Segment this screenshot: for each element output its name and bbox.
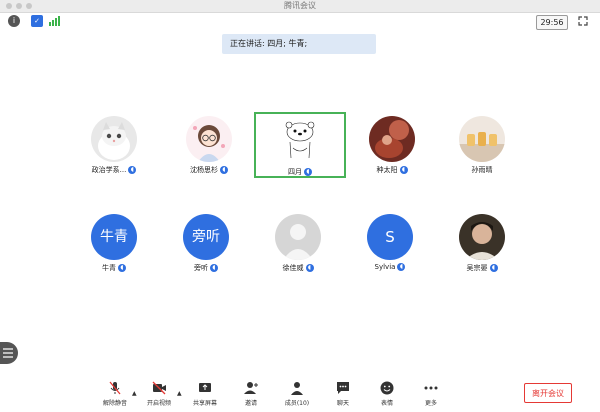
shield-icon[interactable]: ✓	[31, 15, 43, 27]
participant-name: 沈杨思杉	[190, 166, 218, 174]
video-off-icon	[152, 381, 166, 395]
participant-name: 种太阳	[376, 166, 398, 174]
avatar	[186, 116, 232, 162]
start-video-label: 开启视频	[146, 400, 171, 407]
mic-icon: ◖	[399, 166, 408, 174]
participant-name: Sylvia	[374, 263, 396, 271]
members-icon	[291, 382, 303, 395]
reactions-label: 表情	[380, 400, 393, 407]
window-title: 腾讯会议	[284, 1, 316, 10]
more-icon	[424, 386, 438, 390]
invite-icon	[244, 382, 258, 394]
participant-tile[interactable]: S Sylvia ◖	[344, 206, 436, 278]
participant-name: 牛青	[102, 264, 116, 272]
invite-label: 邀请	[244, 400, 257, 407]
members-button[interactable]: 成员(10)	[274, 380, 320, 407]
participant-name: 徐佳威	[282, 264, 304, 272]
unmute-label: 解除静音	[102, 400, 127, 407]
members-label: 成员(10)	[284, 400, 310, 407]
meeting-topbar: i ✓ 29:56	[0, 13, 600, 31]
chat-icon	[337, 382, 349, 394]
fullscreen-icon[interactable]	[578, 16, 588, 26]
invite-button[interactable]: 邀请	[228, 380, 274, 407]
avatar: 牛青	[91, 214, 137, 260]
video-options-caret[interactable]: ▲	[177, 390, 182, 397]
participant-tile[interactable]: 徐佳威 ◖	[252, 206, 344, 278]
chat-button[interactable]: 聊天	[320, 380, 366, 407]
mic-icon: ◖	[489, 264, 498, 272]
share-screen-label: 共享屏幕	[192, 400, 217, 407]
reactions-button[interactable]: 表情	[364, 380, 410, 407]
list-icon	[3, 348, 13, 358]
active-speaker-banner: 正在讲话: 四月; 牛青;	[222, 34, 376, 54]
mic-icon: ◖	[397, 263, 406, 271]
signal-icon[interactable]	[48, 15, 60, 27]
more-label: 更多	[424, 400, 437, 407]
avatar	[275, 214, 321, 260]
leave-meeting-button[interactable]: 离开会议	[524, 383, 572, 403]
mic-muted-icon	[109, 381, 121, 395]
avatar-text: S	[367, 214, 413, 260]
mic-icon: ◖	[210, 264, 218, 272]
mic-icon: ◖	[305, 264, 314, 272]
participant-name: 旁听	[194, 264, 208, 272]
avatar: S	[367, 214, 413, 260]
avatar-text: 旁听	[183, 214, 229, 260]
mic-icon: ◖	[220, 166, 228, 174]
chat-drawer-handle[interactable]	[0, 342, 18, 364]
participant-name: 政治学系...	[91, 166, 127, 174]
participant-tile[interactable]: 牛青 牛青 ◖	[68, 206, 160, 278]
emoji-icon	[380, 381, 394, 395]
chat-label: 聊天	[336, 400, 349, 407]
start-video-button[interactable]: 开启视频	[136, 380, 182, 407]
participant-tile[interactable]: 沈杨思杉 ◖	[163, 108, 255, 180]
participant-tile[interactable]: 政治学系... ◖	[68, 108, 160, 180]
avatar	[459, 116, 505, 162]
mic-icon: ◖	[118, 264, 126, 272]
meeting-timer: 29:56	[536, 15, 568, 30]
participant-name: 四月	[288, 168, 302, 176]
mic-icon: ◖	[304, 168, 312, 176]
participant-tile-active-speaker[interactable]: 四月 ◖	[254, 112, 346, 178]
participant-tile[interactable]: 旁听 旁听 ◖	[160, 206, 252, 278]
mic-icon: ◖	[128, 166, 137, 174]
participant-tile[interactable]: 吴宗晏 ◖	[436, 206, 528, 278]
window-titlebar: 腾讯会议	[0, 0, 600, 13]
avatar	[91, 116, 137, 162]
participant-tile[interactable]: 种太阳 ◖	[346, 108, 438, 180]
participant-tile[interactable]: 孙雨晴	[436, 108, 528, 180]
participant-name: 吴宗晏	[466, 264, 488, 272]
more-button[interactable]: 更多	[408, 380, 454, 407]
meeting-toolbar: 解除静音 ▲ 开启视频 ▲ 共享屏幕 邀请 成员(10) 聊天 表情 更多	[0, 376, 600, 412]
avatar	[369, 116, 415, 162]
avatar: 旁听	[183, 214, 229, 260]
share-screen-button[interactable]: 共享屏幕	[182, 380, 228, 407]
avatar-text: 牛青	[91, 214, 137, 260]
share-screen-icon	[199, 383, 211, 392]
avatar	[277, 118, 323, 164]
avatar	[459, 214, 505, 260]
info-icon[interactable]: i	[8, 15, 20, 27]
default-person-icon	[275, 214, 321, 260]
participant-name: 孙雨晴	[471, 166, 493, 174]
